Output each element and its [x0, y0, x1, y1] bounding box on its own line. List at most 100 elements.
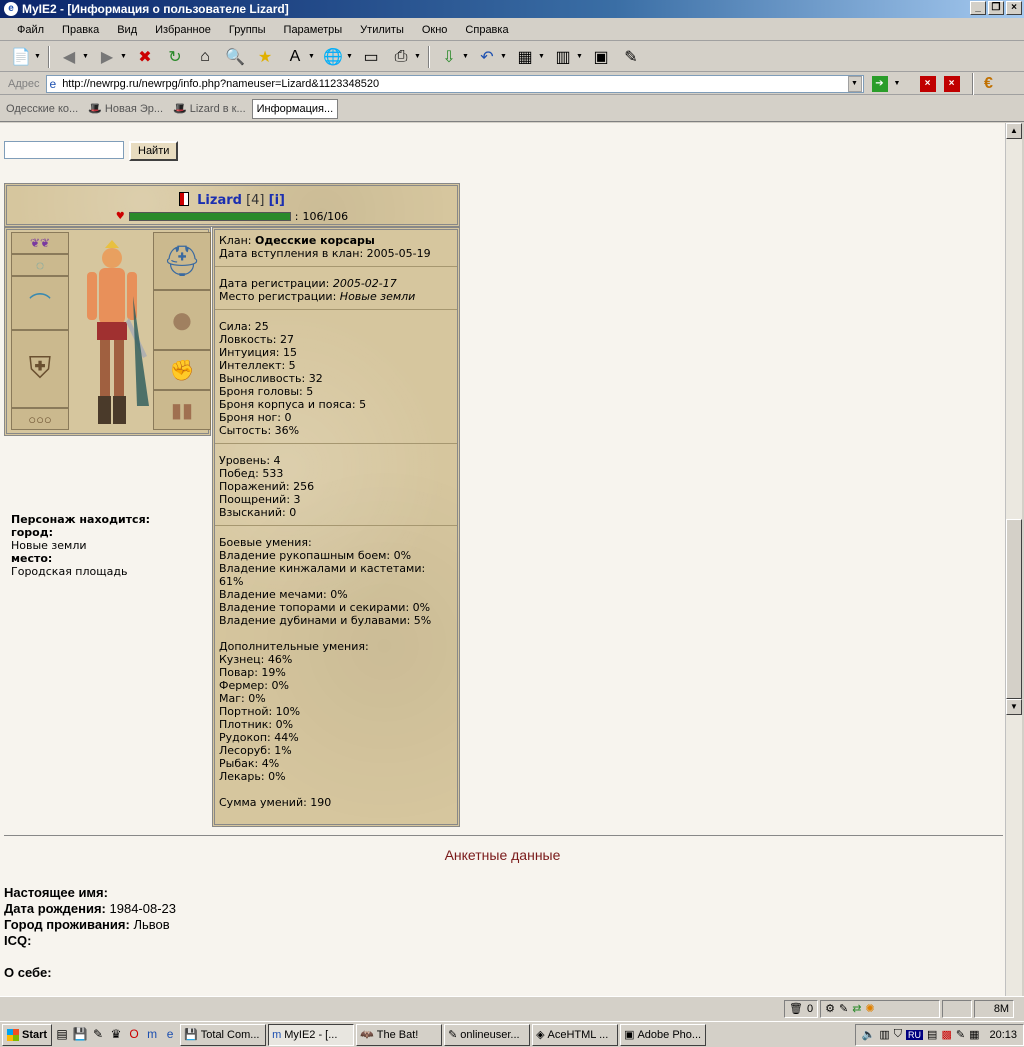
trash-cell[interactable]: 🗑 0	[784, 999, 819, 1018]
go-icon[interactable]: ➔	[871, 75, 888, 92]
scroll-thumb[interactable]	[1006, 519, 1022, 699]
earrings-slot[interactable]: ❦❦	[11, 232, 69, 254]
amulet-slot[interactable]: ◌	[11, 254, 69, 276]
grid-icon[interactable]: ▦	[512, 45, 538, 69]
columns-dropdown-icon[interactable]: ▼	[576, 53, 584, 60]
start-button[interactable]: Start	[2, 1023, 53, 1046]
undo-dropdown-icon[interactable]: ▼	[500, 53, 508, 60]
tab-info[interactable]: Информация...	[251, 98, 339, 119]
search-icon[interactable]: 🔍	[222, 45, 248, 69]
forward-dropdown-icon[interactable]: ▼	[120, 53, 128, 60]
helmet-slot[interactable]: ⛑	[153, 232, 211, 290]
font-dropdown-icon[interactable]: ▼	[308, 53, 316, 60]
new-page-icon[interactable]: 📄	[8, 45, 34, 69]
scroll-up-icon[interactable]: ▲	[1006, 123, 1022, 139]
language-indicator[interactable]: RU	[906, 1029, 924, 1040]
task-acehtml[interactable]: ◈ AceHTML ...	[532, 1023, 619, 1046]
plugin-icon[interactable]: €	[976, 72, 1002, 96]
color-icon[interactable]: ▩	[941, 1028, 951, 1041]
clock[interactable]: 20:13	[989, 1029, 1017, 1041]
print-icon[interactable]: ⎙	[388, 45, 414, 69]
sun-icon[interactable]: ✺	[865, 1002, 874, 1015]
game-icon[interactable]: ♛	[108, 1027, 124, 1043]
stat-line: Сила: 25	[219, 320, 269, 333]
popup-icon[interactable]: ✎	[839, 1002, 848, 1015]
grid-dropdown-icon[interactable]: ▼	[538, 53, 546, 60]
task-photoshop[interactable]: ▣ Adobe Pho...	[620, 1023, 707, 1046]
home-icon[interactable]: ⌂	[192, 45, 218, 69]
menu-help[interactable]: Справка	[456, 24, 517, 36]
volume-icon[interactable]: 🔈	[862, 1028, 876, 1041]
back-icon[interactable]: ◀	[56, 45, 82, 69]
desktop-icon[interactable]: ▤	[54, 1027, 70, 1043]
gauntlets-slot[interactable]: ✊	[153, 350, 211, 390]
address-dropdown-icon[interactable]: ▼	[847, 75, 862, 92]
tab-odessa[interactable]: Одесские ко...	[2, 99, 82, 119]
download-icon[interactable]: ⇩	[436, 45, 462, 69]
opera-icon[interactable]: O	[126, 1027, 142, 1043]
sync-icon[interactable]: ⇄	[852, 1002, 861, 1015]
close-all-icon[interactable]: ×	[943, 75, 960, 92]
task-the-bat[interactable]: 🦇 The Bat!	[356, 1023, 443, 1046]
font-size-icon[interactable]: A	[282, 45, 308, 69]
skill-line: Портной: 10%	[219, 705, 301, 718]
globe-dropdown-icon[interactable]: ▼	[346, 53, 354, 60]
shield-slot[interactable]: ●	[153, 290, 211, 350]
go-dropdown-icon[interactable]: ▼	[894, 80, 902, 87]
ie-icon[interactable]: e	[162, 1027, 178, 1043]
favorites-icon[interactable]: ★	[252, 45, 278, 69]
info-link[interactable]: [i]	[269, 193, 285, 208]
armor-slot[interactable]: ⛨	[11, 330, 69, 408]
forward-icon[interactable]: ▶	[94, 45, 120, 69]
edit-icon[interactable]: ✎	[618, 45, 644, 69]
boots-slot[interactable]: ▮▮	[153, 390, 211, 430]
close-tab-icon[interactable]: ×	[919, 75, 936, 92]
maximize-button[interactable]: ❐	[988, 1, 1004, 15]
menu-tools[interactable]: Утилиты	[351, 24, 413, 36]
undo-icon[interactable]: ↶	[474, 45, 500, 69]
tab-lizard[interactable]: 🎩 Lizard в к...	[169, 99, 250, 119]
window-icon[interactable]: ▭	[358, 45, 384, 69]
back-dropdown-icon[interactable]: ▼	[82, 53, 90, 60]
find-button[interactable]: Найти	[129, 141, 179, 161]
menu-edit[interactable]: Правка	[53, 24, 108, 36]
menu-groups[interactable]: Группы	[220, 24, 275, 36]
menu-favorites[interactable]: Избранное	[146, 24, 220, 36]
character-name[interactable]: Lizard	[197, 193, 242, 208]
address-input[interactable]: e http://newrpg.ru/newrpg/info.php?nameu…	[45, 74, 864, 93]
close-button[interactable]: ×	[1006, 1, 1022, 15]
refresh-icon[interactable]: ↻	[162, 45, 188, 69]
network-icon[interactable]: ▥	[879, 1028, 889, 1041]
stop-icon[interactable]: ✖	[132, 45, 158, 69]
shield-icon[interactable]: ⛉	[894, 1028, 902, 1041]
tray-extra-icon[interactable]: ▦	[969, 1028, 979, 1041]
save-icon[interactable]: 💾	[72, 1027, 88, 1043]
tab-new-era[interactable]: 🎩 Новая Эр...	[84, 99, 167, 119]
filter-icon[interactable]: ⚙	[825, 1002, 835, 1015]
task-onlineuser[interactable]: ✎ onlineuser...	[444, 1023, 531, 1046]
pencil-icon[interactable]: ✎	[90, 1027, 106, 1043]
menu-window[interactable]: Окно	[413, 24, 457, 36]
new-dropdown-icon[interactable]: ▼	[34, 53, 42, 60]
rings-slot[interactable]: ○○○	[11, 408, 69, 430]
globe-icon[interactable]: 🌐	[320, 45, 346, 69]
task-myie2[interactable]: m MyIE2 - [...	[268, 1023, 355, 1046]
menu-file[interactable]: Файл	[8, 24, 53, 36]
search-input[interactable]	[4, 141, 124, 159]
myie-icon[interactable]: m	[144, 1027, 160, 1043]
menu-options[interactable]: Параметры	[275, 24, 352, 36]
bow-slot[interactable]: ⌒	[11, 276, 69, 330]
print-dropdown-icon[interactable]: ▼	[414, 53, 422, 60]
menu-view[interactable]: Вид	[108, 24, 146, 36]
minimize-button[interactable]: _	[970, 1, 986, 15]
screen-icon[interactable]: ▣	[588, 45, 614, 69]
city-label: город:	[11, 526, 54, 539]
download-dropdown-icon[interactable]: ▼	[462, 53, 470, 60]
pencil-tray-icon[interactable]: ✎	[956, 1028, 965, 1041]
task-total-commander[interactable]: 💾 Total Com...	[180, 1023, 267, 1046]
app-tray-icon[interactable]: ▤	[927, 1028, 937, 1041]
real-name-label: Настоящее имя:	[4, 885, 108, 900]
columns-icon[interactable]: ▥	[550, 45, 576, 69]
vertical-scrollbar[interactable]: ▲ ▼	[1005, 123, 1022, 996]
scroll-down-icon[interactable]: ▼	[1006, 699, 1022, 715]
